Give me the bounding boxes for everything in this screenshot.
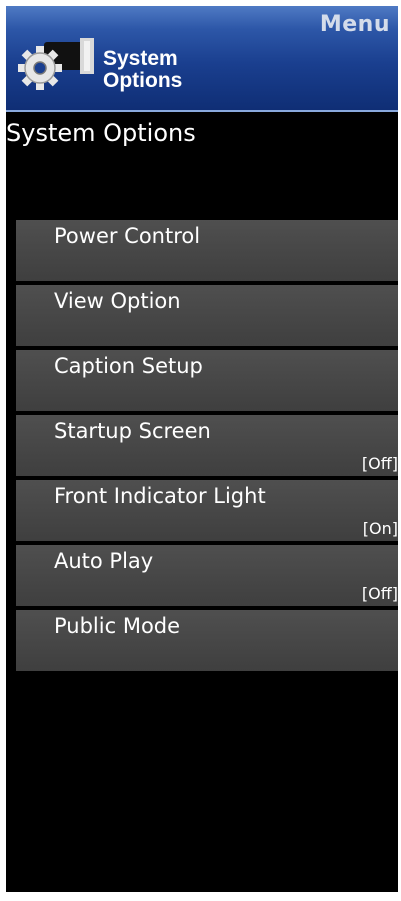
header-title-line2: Options bbox=[103, 69, 183, 92]
menu-item-label: Public Mode bbox=[54, 614, 181, 638]
menu-item-label: Front Indicator Light bbox=[54, 484, 266, 508]
menu-item-value: [On] bbox=[362, 519, 398, 538]
menu-header: Menu System Options bbox=[6, 6, 398, 112]
menu-item-label: View Option bbox=[54, 289, 181, 313]
page-title: System Options bbox=[6, 119, 196, 147]
menu-item-label: Startup Screen bbox=[54, 419, 211, 443]
menu-item-view-option[interactable]: View Option bbox=[16, 285, 398, 346]
menu-item-auto-play[interactable]: Auto Play [Off] bbox=[16, 545, 398, 606]
menu-item-public-mode[interactable]: Public Mode bbox=[16, 610, 398, 671]
menu-item-caption-setup[interactable]: Caption Setup bbox=[16, 350, 398, 411]
menu-item-label: Caption Setup bbox=[54, 354, 203, 378]
menu-item-value: [Off] bbox=[361, 584, 398, 603]
header-title: System Options bbox=[103, 48, 223, 92]
menu-item-label: Auto Play bbox=[54, 549, 154, 573]
options-menu: Power Control View Option Caption Setup … bbox=[16, 220, 398, 675]
menu-item-label: Power Control bbox=[54, 224, 201, 248]
header-title-line1: System bbox=[103, 47, 178, 70]
menu-item-value: [Off] bbox=[361, 454, 398, 473]
gear-icon bbox=[14, 32, 98, 96]
menu-label: Menu bbox=[319, 12, 390, 37]
system-options-screen: Menu System Options System Options Power… bbox=[6, 6, 398, 892]
menu-item-startup-screen[interactable]: Startup Screen [Off] bbox=[16, 415, 398, 476]
menu-item-power-control[interactable]: Power Control bbox=[16, 220, 398, 281]
menu-item-front-indicator-light[interactable]: Front Indicator Light [On] bbox=[16, 480, 398, 541]
